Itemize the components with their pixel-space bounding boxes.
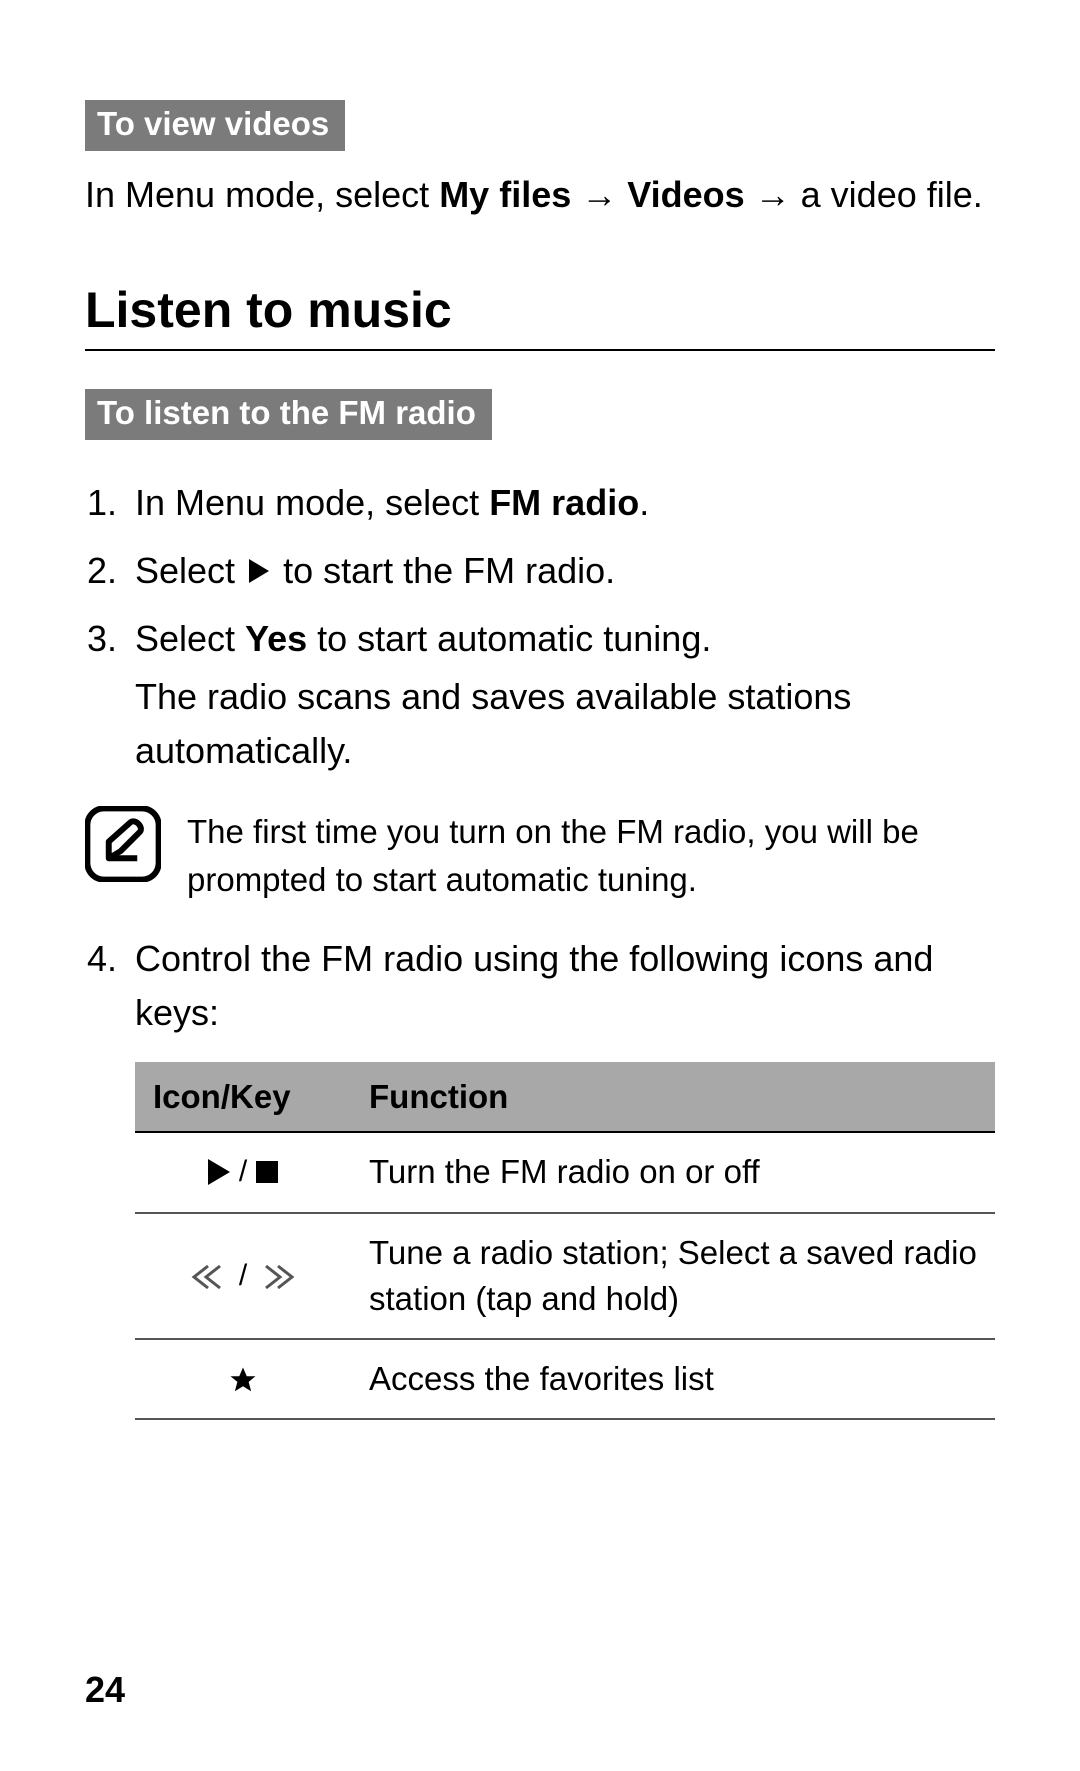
step-2: Select to start the FM radio. — [127, 544, 995, 598]
slash: / — [239, 1155, 256, 1188]
fn-text: Access the favorites list — [351, 1339, 995, 1419]
arrow: → — [745, 174, 801, 215]
play-icon — [249, 559, 269, 583]
icon-star — [135, 1339, 351, 1419]
step-3: Select Yes to start automatic tuning. Th… — [127, 612, 995, 778]
table-header-row: Icon/Key Function — [135, 1062, 995, 1133]
note-block: The first time you turn on the FM radio,… — [85, 806, 995, 904]
text: Control the FM radio using the following… — [135, 938, 933, 1033]
icon-play-stop: / — [135, 1132, 351, 1212]
table-row: / Turn the FM radio on or off — [135, 1132, 995, 1212]
step-4: Control the FM radio using the following… — [127, 932, 995, 1420]
manual-page: To view videos In Menu mode, select My f… — [0, 0, 1080, 1771]
text: . — [639, 482, 649, 523]
text: Select — [135, 618, 245, 659]
stop-icon — [256, 1161, 278, 1183]
step-3-sub: The radio scans and saves available stat… — [135, 670, 995, 778]
text: Select — [135, 550, 245, 591]
forward-icon — [256, 1259, 296, 1292]
slash: / — [239, 1259, 256, 1292]
play-icon — [208, 1159, 230, 1185]
step-1: In Menu mode, select FM radio. — [127, 476, 995, 530]
rewind-icon — [190, 1259, 238, 1292]
arrow: → — [571, 174, 627, 215]
bold-fm-radio: FM radio — [489, 482, 639, 523]
page-number: 24 — [85, 1669, 125, 1711]
view-videos-paragraph: In Menu mode, select My files → Videos →… — [85, 169, 995, 221]
fm-radio-steps-cont: Control the FM radio using the following… — [85, 932, 995, 1420]
fm-radio-steps: In Menu mode, select FM radio. Select to… — [85, 476, 995, 778]
note-text: The first time you turn on the FM radio,… — [187, 806, 995, 904]
text: to start the FM radio. — [273, 550, 615, 591]
icon-function-table: Icon/Key Function / Turn the FM radio on… — [135, 1062, 995, 1420]
bold-my-files: My files — [439, 174, 571, 215]
text: a video file. — [801, 174, 983, 215]
col-icon-key: Icon/Key — [135, 1062, 351, 1133]
text: In Menu mode, select — [85, 174, 439, 215]
subheading-fm-radio: To listen to the FM radio — [85, 389, 492, 440]
subheading-view-videos: To view videos — [85, 100, 345, 151]
heading-listen-to-music: Listen to music — [85, 281, 995, 351]
text: In Menu mode, select — [135, 482, 489, 523]
icon-rewind-forward: / — [135, 1213, 351, 1339]
table-row: Access the favorites list — [135, 1339, 995, 1419]
bold-yes: Yes — [245, 618, 307, 659]
col-function: Function — [351, 1062, 995, 1133]
star-icon — [228, 1362, 258, 1395]
bold-videos: Videos — [627, 174, 744, 215]
fn-text: Turn the FM radio on or off — [351, 1132, 995, 1212]
fn-text: Tune a radio station; Select a saved rad… — [351, 1213, 995, 1339]
table-row: / Tune a radio station; Select a saved r… — [135, 1213, 995, 1339]
text: to start automatic tuning. — [307, 618, 711, 659]
note-icon — [85, 806, 161, 882]
